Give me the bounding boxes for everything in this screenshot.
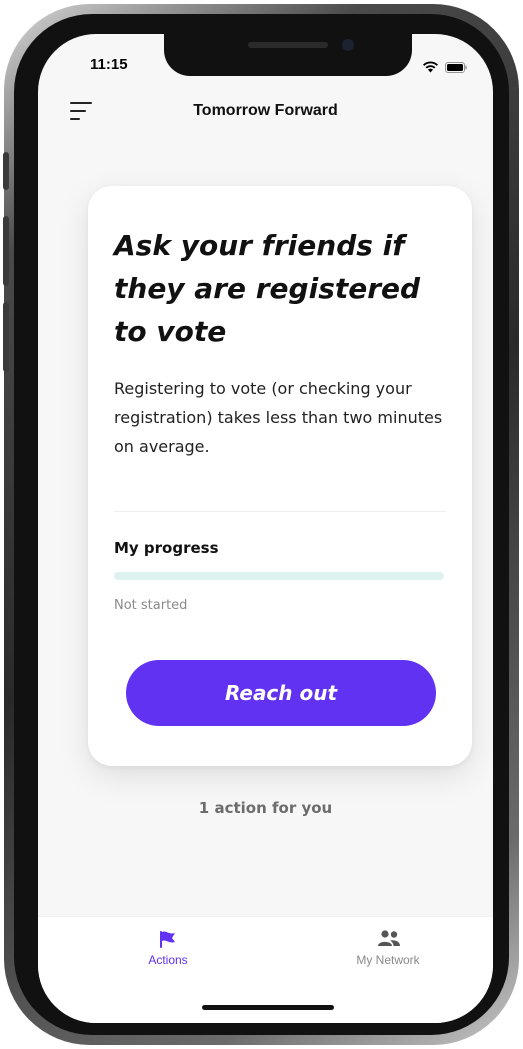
wifi-icon [422,58,439,77]
tab-my-network[interactable]: My Network [318,929,458,977]
front-camera [342,39,354,51]
reach-out-button[interactable]: Reach out [126,660,436,726]
progress-bar [114,572,444,580]
card-title: Ask your friends if they are registered … [114,229,421,348]
volume-down-button [3,302,9,372]
page-title: Tomorrow Forward [193,102,338,119]
tab-bar: Actions My Network [38,916,493,1023]
app-screen: 11:15 Tomorrow Forward Ask your friends … [38,34,493,1023]
people-icon [377,929,400,949]
tab-actions-label: Actions [148,953,188,967]
app-header: Tomorrow Forward [38,98,493,128]
progress-label: My progress [114,539,219,557]
tab-actions[interactable]: Actions [98,929,238,977]
mute-switch [3,152,9,190]
card-description: Registering to vote (or checking your re… [114,379,443,456]
flag-icon [157,929,179,949]
phone-frame: 11:15 Tomorrow Forward Ask your friends … [3,4,519,1045]
battery-icon [445,58,467,77]
tab-my-network-label: My Network [356,953,420,967]
progress-status: Not started [114,598,188,613]
actions-count: 1 action for you [198,799,333,817]
speaker-grille [248,42,328,48]
status-icons [422,58,467,77]
home-indicator [202,1005,334,1010]
card-divider [114,511,446,512]
volume-up-button [3,216,9,286]
action-card: Ask your friends if they are registered … [88,186,472,766]
notch [164,34,412,76]
status-time: 11:15 [90,56,128,73]
